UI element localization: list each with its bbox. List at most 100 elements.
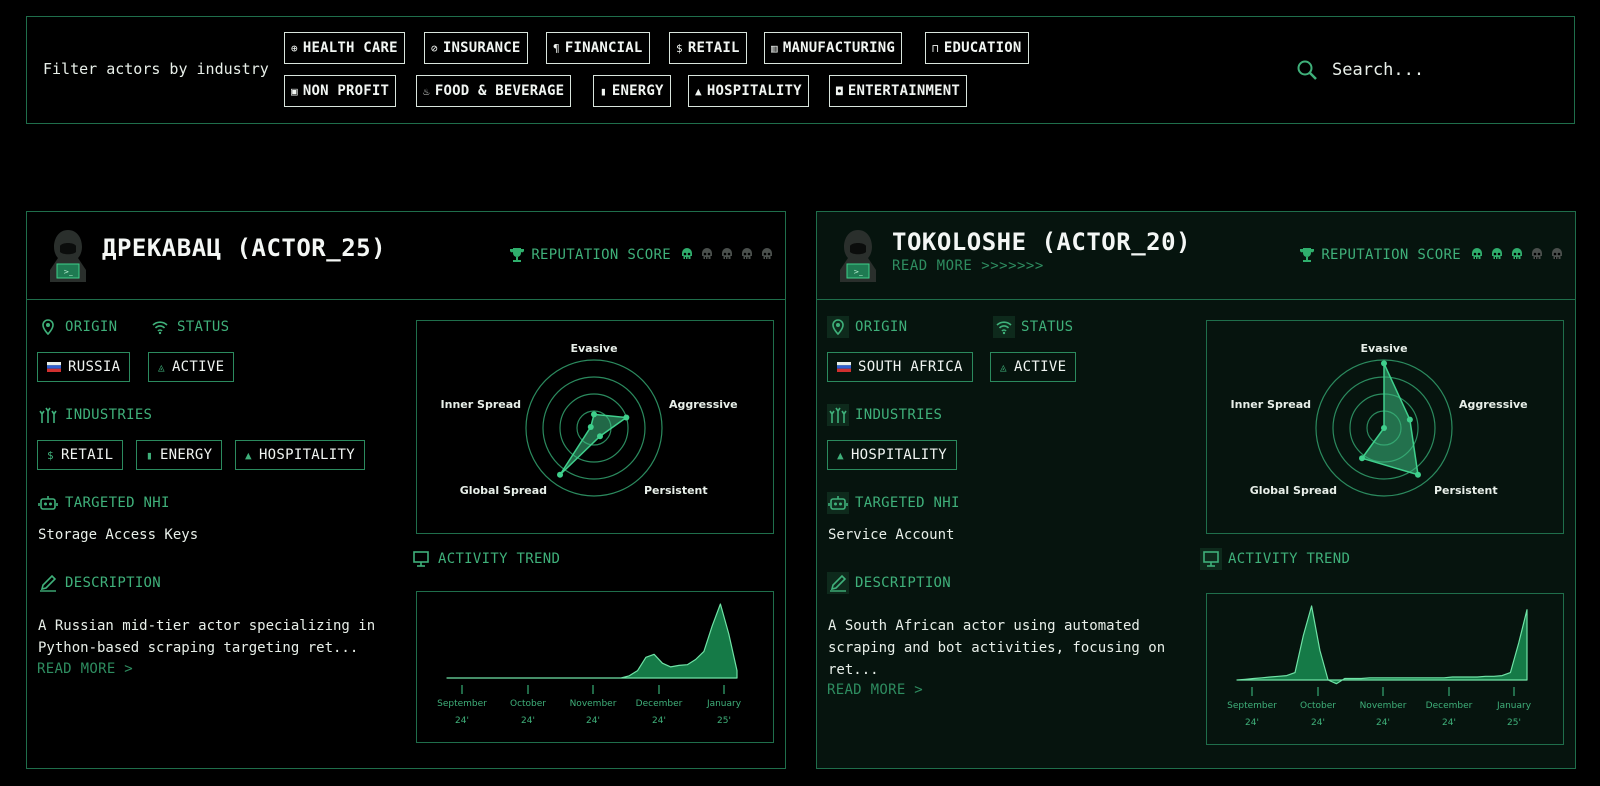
chip-insurance[interactable]: ⊘ INSURANCE — [424, 32, 528, 64]
chip-label: ENERGY — [611, 83, 664, 99]
bell-icon: ◬ — [158, 360, 165, 374]
read-more-header-link[interactable]: READ MORE >>>>>>> — [892, 258, 1044, 274]
chip-manufacturing[interactable]: ▥ MANUFACTURING — [764, 32, 903, 64]
trend-month-label: October — [1300, 701, 1336, 711]
activity-trend-label: ACTIVITY TREND — [1228, 551, 1351, 567]
industry-tag[interactable]: ▲ HOSPITALITY — [827, 440, 957, 470]
skull-icon — [1472, 248, 1482, 259]
status-tag[interactable]: ◬ ACTIVE — [148, 352, 235, 382]
read-more-link[interactable]: READ MORE > — [37, 661, 133, 677]
search-box[interactable]: Search... — [1296, 59, 1424, 81]
reputation-score: REPUTATION SCORE — [1299, 246, 1565, 264]
chip-health-care[interactable]: ⊕ HEALTH CARE — [284, 32, 405, 64]
trend-year-label: 24' — [1311, 718, 1325, 728]
chip-label: EDUCATION — [943, 40, 1022, 56]
trend-year-label: 24' — [1376, 718, 1390, 728]
activity-trend-title: ACTIVITY TREND — [1200, 548, 1350, 570]
read-more-link[interactable]: READ MORE > — [827, 682, 923, 698]
actor-card: >_ TOKOLOSHE (ACTOR_20) READ MORE >>>>>>… — [816, 211, 1576, 769]
chip-entertainment[interactable]: ◘ ENTERTAINMENT — [829, 75, 968, 107]
industry-tag[interactable]: ▮ ENERGY — [136, 440, 223, 470]
status-tag[interactable]: ◬ ACTIVE — [990, 352, 1077, 382]
description-title: DESCRIPTION — [827, 572, 951, 594]
trend-month-label: November — [1360, 701, 1407, 711]
skull-icon — [722, 248, 732, 259]
origin-title: ORIGIN — [37, 316, 117, 338]
origin-title: ORIGIN — [827, 316, 907, 338]
industry-icon: ▲ — [837, 448, 844, 462]
chip-label: FINANCIAL — [564, 40, 643, 56]
targeted-nhi-label: TARGETED NHI — [855, 495, 960, 511]
status-value: ACTIVE — [171, 359, 225, 375]
search-input[interactable]: Search... — [1332, 60, 1424, 80]
radar-point — [557, 471, 564, 478]
targeted-nhi-value: Service Account — [828, 527, 955, 543]
chip-energy[interactable]: ▮ ENERGY — [593, 75, 671, 107]
financial-icon: ¶ — [553, 41, 560, 55]
radar-axis-label: Evasive — [570, 342, 617, 355]
origin-value: SOUTH AFRICA — [858, 359, 963, 375]
monitor-icon — [410, 548, 432, 570]
trend-year-label: 24' — [521, 716, 535, 726]
chip-food-beverage[interactable]: ♨ FOOD & BEVERAGE — [416, 75, 572, 107]
industry-tag[interactable]: $ RETAIL — [37, 440, 124, 470]
industry-label: HOSPITALITY — [850, 447, 947, 463]
signal-icon — [149, 316, 171, 338]
status-value: ACTIVE — [1013, 359, 1067, 375]
status-label: STATUS — [1021, 319, 1074, 335]
industries-icon — [827, 404, 849, 426]
origin-tag[interactable]: RUSSIA — [37, 352, 131, 382]
food-icon: ♨ — [423, 84, 430, 98]
search-icon — [1297, 60, 1317, 80]
actor-name: TOKOLOSHE (ACTOR_20) — [892, 228, 1191, 256]
radar-axis-label: Global Spread — [1250, 484, 1337, 497]
chip-education[interactable]: ⊓ EDUCATION — [925, 32, 1029, 64]
trend-year-label: 25' — [1507, 718, 1521, 728]
factory-icon: ▥ — [771, 41, 778, 55]
radar-point — [1406, 416, 1413, 423]
radar-point — [1381, 425, 1387, 431]
radar-axis-label: Global Spread — [460, 484, 547, 497]
skull-icon — [742, 248, 752, 259]
robot-icon — [827, 492, 849, 514]
chip-hospitality[interactable]: ▲ HOSPITALITY — [688, 75, 809, 107]
radar-point — [591, 411, 597, 418]
origin-tag[interactable]: SOUTH AFRICA — [827, 352, 973, 382]
actor-card: >_ ДРЕКАВАЦ (ACTOR_25) REPUTATION SCORE … — [26, 211, 786, 769]
status-label: STATUS — [177, 319, 230, 335]
skull-icon — [1492, 248, 1502, 259]
robot-icon — [37, 492, 59, 514]
industry-icon: $ — [47, 448, 54, 462]
description-label: DESCRIPTION — [855, 575, 952, 591]
radar-point — [1381, 360, 1387, 367]
chip-financial[interactable]: ¶ FINANCIAL — [546, 32, 650, 64]
radar-axis-label: Evasive — [1360, 342, 1407, 355]
industry-filter-bar: Filter actors by industry ⊕ HEALTH CARE ⊘… — [26, 16, 1575, 124]
radar-axis-label: Aggressive — [1459, 398, 1528, 411]
industries-label: INDUSTRIES — [855, 407, 943, 423]
radar-axis-label: Inner Spread — [1231, 398, 1311, 411]
chip-label: RETAIL — [687, 40, 740, 56]
skull-icon — [1532, 248, 1542, 259]
svg-text:>_: >_ — [63, 268, 73, 276]
svg-text:>_: >_ — [853, 268, 863, 276]
industries-icon — [37, 404, 59, 426]
dollar-icon: $ — [676, 41, 683, 55]
description-text: A Russian mid-tier actor specializing in… — [38, 618, 376, 656]
radar-axis-label: Aggressive — [669, 398, 738, 411]
activity-trend-title: ACTIVITY TREND — [410, 548, 560, 570]
radar-chart: Evasive Aggressive Persistent Global Spread… — [416, 320, 774, 534]
skull-icon — [682, 248, 692, 259]
industry-icon: ▲ — [245, 448, 252, 462]
status-title: STATUS — [149, 316, 229, 338]
trend-area — [1236, 605, 1528, 685]
activity-trend-label: ACTIVITY TREND — [438, 551, 561, 567]
chip-retail[interactable]: $ RETAIL — [669, 32, 747, 64]
trend-month-label: January — [706, 699, 742, 709]
trend-year-label: 25' — [717, 716, 731, 726]
targeted-nhi-value: Storage Access Keys — [38, 527, 199, 543]
chip-non-profit[interactable]: ▣ NON PROFIT — [284, 75, 397, 107]
industry-tag[interactable]: ▲ HOSPITALITY — [235, 440, 365, 470]
hacker-avatar-icon: >_ — [50, 230, 86, 282]
chip-label: INSURANCE — [442, 40, 521, 56]
